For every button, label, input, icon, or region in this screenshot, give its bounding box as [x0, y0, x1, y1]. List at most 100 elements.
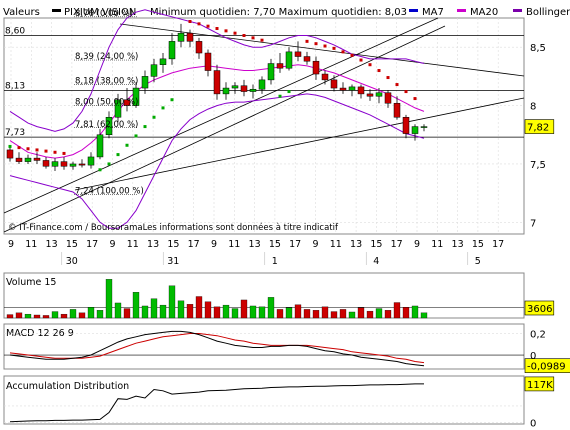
sar-dot [413, 97, 417, 101]
volume-bar [222, 304, 230, 319]
x-tick-label: 9 [211, 239, 217, 250]
candle-body [24, 157, 32, 162]
sar-dot [386, 76, 390, 80]
bollinger-line-icon [513, 9, 522, 12]
stock-chart: Valeurs PIXIUM VISION Minimum quotidien:… [0, 0, 570, 430]
candle-body [159, 58, 167, 65]
candle-body [303, 56, 311, 62]
candle-body [204, 52, 212, 71]
x-tick-label: 13 [46, 239, 58, 250]
candle-body [78, 163, 86, 166]
volume-bar [51, 311, 59, 319]
candle-body [375, 92, 383, 97]
sar-dot [287, 90, 291, 94]
x-tick-label: 17 [188, 239, 200, 250]
volume-bar [303, 309, 311, 319]
candle-body [312, 60, 320, 75]
x-tick-label: 9 [8, 239, 14, 250]
candle-body [393, 102, 401, 118]
candle-body [69, 163, 77, 167]
volume-bar [150, 298, 158, 319]
x-tick-label: 9 [312, 239, 318, 250]
sar-dot [377, 69, 381, 73]
price-tick-label: 8,5 [530, 43, 546, 54]
fib-label: 7,81 (62,00 %) [75, 120, 138, 130]
candle-body [240, 85, 248, 92]
level-label: 8,13 [5, 81, 25, 91]
ad-tick-label: 0 [530, 418, 536, 429]
volume-bar [60, 313, 68, 319]
candle-body [384, 92, 392, 104]
sar-dot [350, 53, 354, 57]
volume-bar [249, 305, 257, 319]
volume-bar [186, 304, 194, 319]
legend-ma7: MA7 [422, 7, 444, 18]
volume-bar [114, 302, 122, 319]
sar-dot [26, 147, 30, 151]
volume-bar [105, 279, 113, 319]
volume-bar [240, 299, 248, 319]
candle-body [294, 51, 302, 57]
volume-bar [42, 315, 50, 319]
volume-bar [123, 308, 131, 319]
x-tick-label: 11 [330, 239, 342, 250]
ad-current-value: 117K [527, 380, 553, 391]
candle-body [366, 93, 374, 97]
macd-panel: MACD 12 26 9 [3, 323, 525, 370]
volume-bar [96, 310, 104, 319]
volume-bar [87, 307, 95, 319]
fib-label: 8,76 (0,00 %) [75, 9, 133, 19]
sar-dot [116, 153, 120, 157]
fib-label: 7,24 (100,00 %) [75, 186, 144, 196]
sar-dot [161, 106, 165, 110]
candle-body [348, 86, 356, 91]
accumulation-title: Accumulation Distribution [6, 381, 129, 392]
candle-body [357, 86, 365, 95]
instrument-line-icon [52, 9, 61, 12]
volume-bar [69, 309, 77, 319]
candle-body [276, 63, 284, 69]
volume-right-axis: 3606 [524, 300, 555, 316]
day-label: 1 [272, 256, 278, 267]
candle-body [258, 79, 266, 90]
volume-bar [348, 311, 356, 319]
sar-dot [143, 125, 147, 129]
sar-dot [152, 115, 156, 119]
x-tick-label: 13 [249, 239, 261, 250]
x-tick-label: 11 [127, 239, 139, 250]
candle-body [231, 85, 239, 89]
candle-body [60, 161, 68, 167]
x-tick-label: 13 [147, 239, 159, 250]
sar-dot [215, 27, 219, 31]
volume-bar [213, 306, 221, 319]
sar-dot [206, 24, 210, 28]
volume-bar [78, 312, 86, 319]
candle-body [96, 134, 104, 158]
sar-dot [332, 46, 336, 50]
sar-dot [224, 29, 228, 33]
x-tick-label: 11 [431, 239, 443, 250]
header-label: Valeurs [3, 7, 40, 18]
sar-dot [197, 22, 201, 26]
fib-label: 8,39 (24,00 %) [75, 52, 138, 62]
volume-bar [159, 304, 167, 319]
level-label: 7,73 [5, 128, 25, 138]
candle-body [213, 70, 221, 95]
volume-bar [411, 305, 419, 319]
candle-body [411, 126, 419, 134]
volume-bar [357, 307, 365, 319]
candle-body [249, 88, 257, 92]
sar-dot [251, 36, 255, 40]
level-label: 8,60 [5, 27, 25, 37]
sar-dot [98, 168, 102, 172]
price-tick-label: 7 [530, 218, 536, 229]
x-tick-label: 17 [492, 239, 504, 250]
sar-dot [134, 134, 138, 138]
current-price-value: 7,82 [527, 123, 549, 134]
sar-dot [125, 143, 129, 147]
sar-dot [323, 44, 327, 48]
sar-dot [62, 151, 66, 155]
x-tick-label: 9 [414, 239, 420, 250]
volume-bar [15, 312, 23, 319]
candle-body [267, 63, 275, 81]
